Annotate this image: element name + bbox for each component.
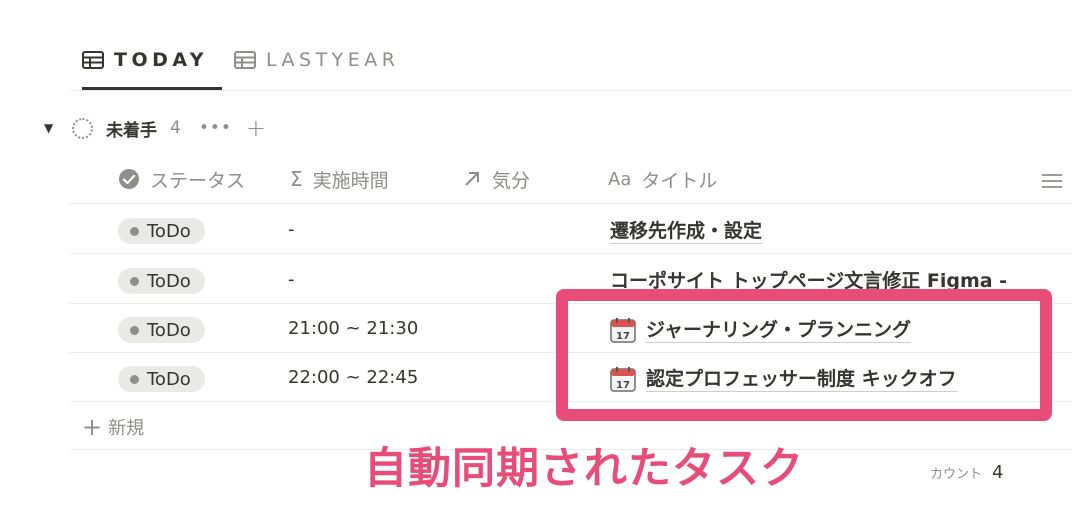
annotation-caption: 自動同期されたタスク [364,444,804,494]
status-text: ToDo [147,220,191,242]
status-not-started-icon [72,117,93,139]
annotation-highlight-box [556,289,1052,421]
collapse-triangle-icon[interactable]: ▼ [44,121,58,135]
duration-cell: - [288,219,295,240]
row-count: カウント 4 [930,462,1003,483]
new-row-label: 新規 [108,418,145,439]
column-label: 実施時間 [312,169,389,192]
status-badge[interactable]: ToDo [118,366,205,392]
duration-cell: 21:00 ~ 21:30 [288,318,419,339]
duration-cell: 22:00 ~ 22:45 [288,367,419,388]
column-label: タイトル [641,169,718,192]
status-check-icon [118,168,140,190]
status-dot [130,325,139,335]
column-duration[interactable]: Σ 実施時間 [290,166,389,192]
count-label: カウント [930,467,983,482]
status-dot [130,226,139,236]
active-tab-indicator [82,87,222,90]
status-badge[interactable]: ToDo [118,317,205,343]
status-text: ToDo [147,368,191,390]
plus-icon: + [82,413,103,441]
column-mood[interactable]: 気分 [462,166,530,192]
count-value: 4 [992,462,1004,483]
view-tabs: TODAY LASTYEAR [70,0,1072,91]
column-label: 気分 [492,169,531,192]
group-name: 未着手 [106,120,157,141]
title-text: 遷移先作成・設定 [610,219,763,244]
status-badge[interactable]: ToDo [118,268,205,294]
table-icon [234,51,256,69]
column-title[interactable]: Aa タイトル [608,166,717,192]
add-icon[interactable]: + [246,116,266,140]
column-status[interactable]: ステータス [118,166,245,192]
duration-cell: - [288,269,295,290]
tab-lastyear[interactable]: LASTYEAR [234,48,400,72]
status-badge[interactable]: ToDo [118,218,205,244]
title-cell[interactable]: 遷移先作成・設定 [610,217,763,245]
status-dot [130,276,139,286]
more-options-icon[interactable]: ••• [199,118,232,138]
tab-label: LASTYEAR [266,49,400,71]
tab-label: TODAY [114,49,209,71]
table-header: ステータス Σ 実施時間 気分 Aa タイトル [70,156,1072,204]
group-count: 4 [170,118,181,138]
status-text: ToDo [147,270,191,292]
table-row[interactable]: ToDo - 遷移先作成・設定 [70,205,1072,254]
tab-today[interactable]: TODAY [82,48,208,72]
status-text: ToDo [147,319,191,341]
column-label: ステータス [150,169,246,192]
column-menu-icon[interactable] [1040,168,1064,194]
text-aa-icon: Aa [608,168,632,190]
arrow-up-right-icon [462,169,482,189]
group-header: ▼ 未着手 4 ••• + [44,114,266,142]
status-dot [130,374,139,384]
table-icon [82,51,104,69]
sigma-icon: Σ [290,167,303,191]
